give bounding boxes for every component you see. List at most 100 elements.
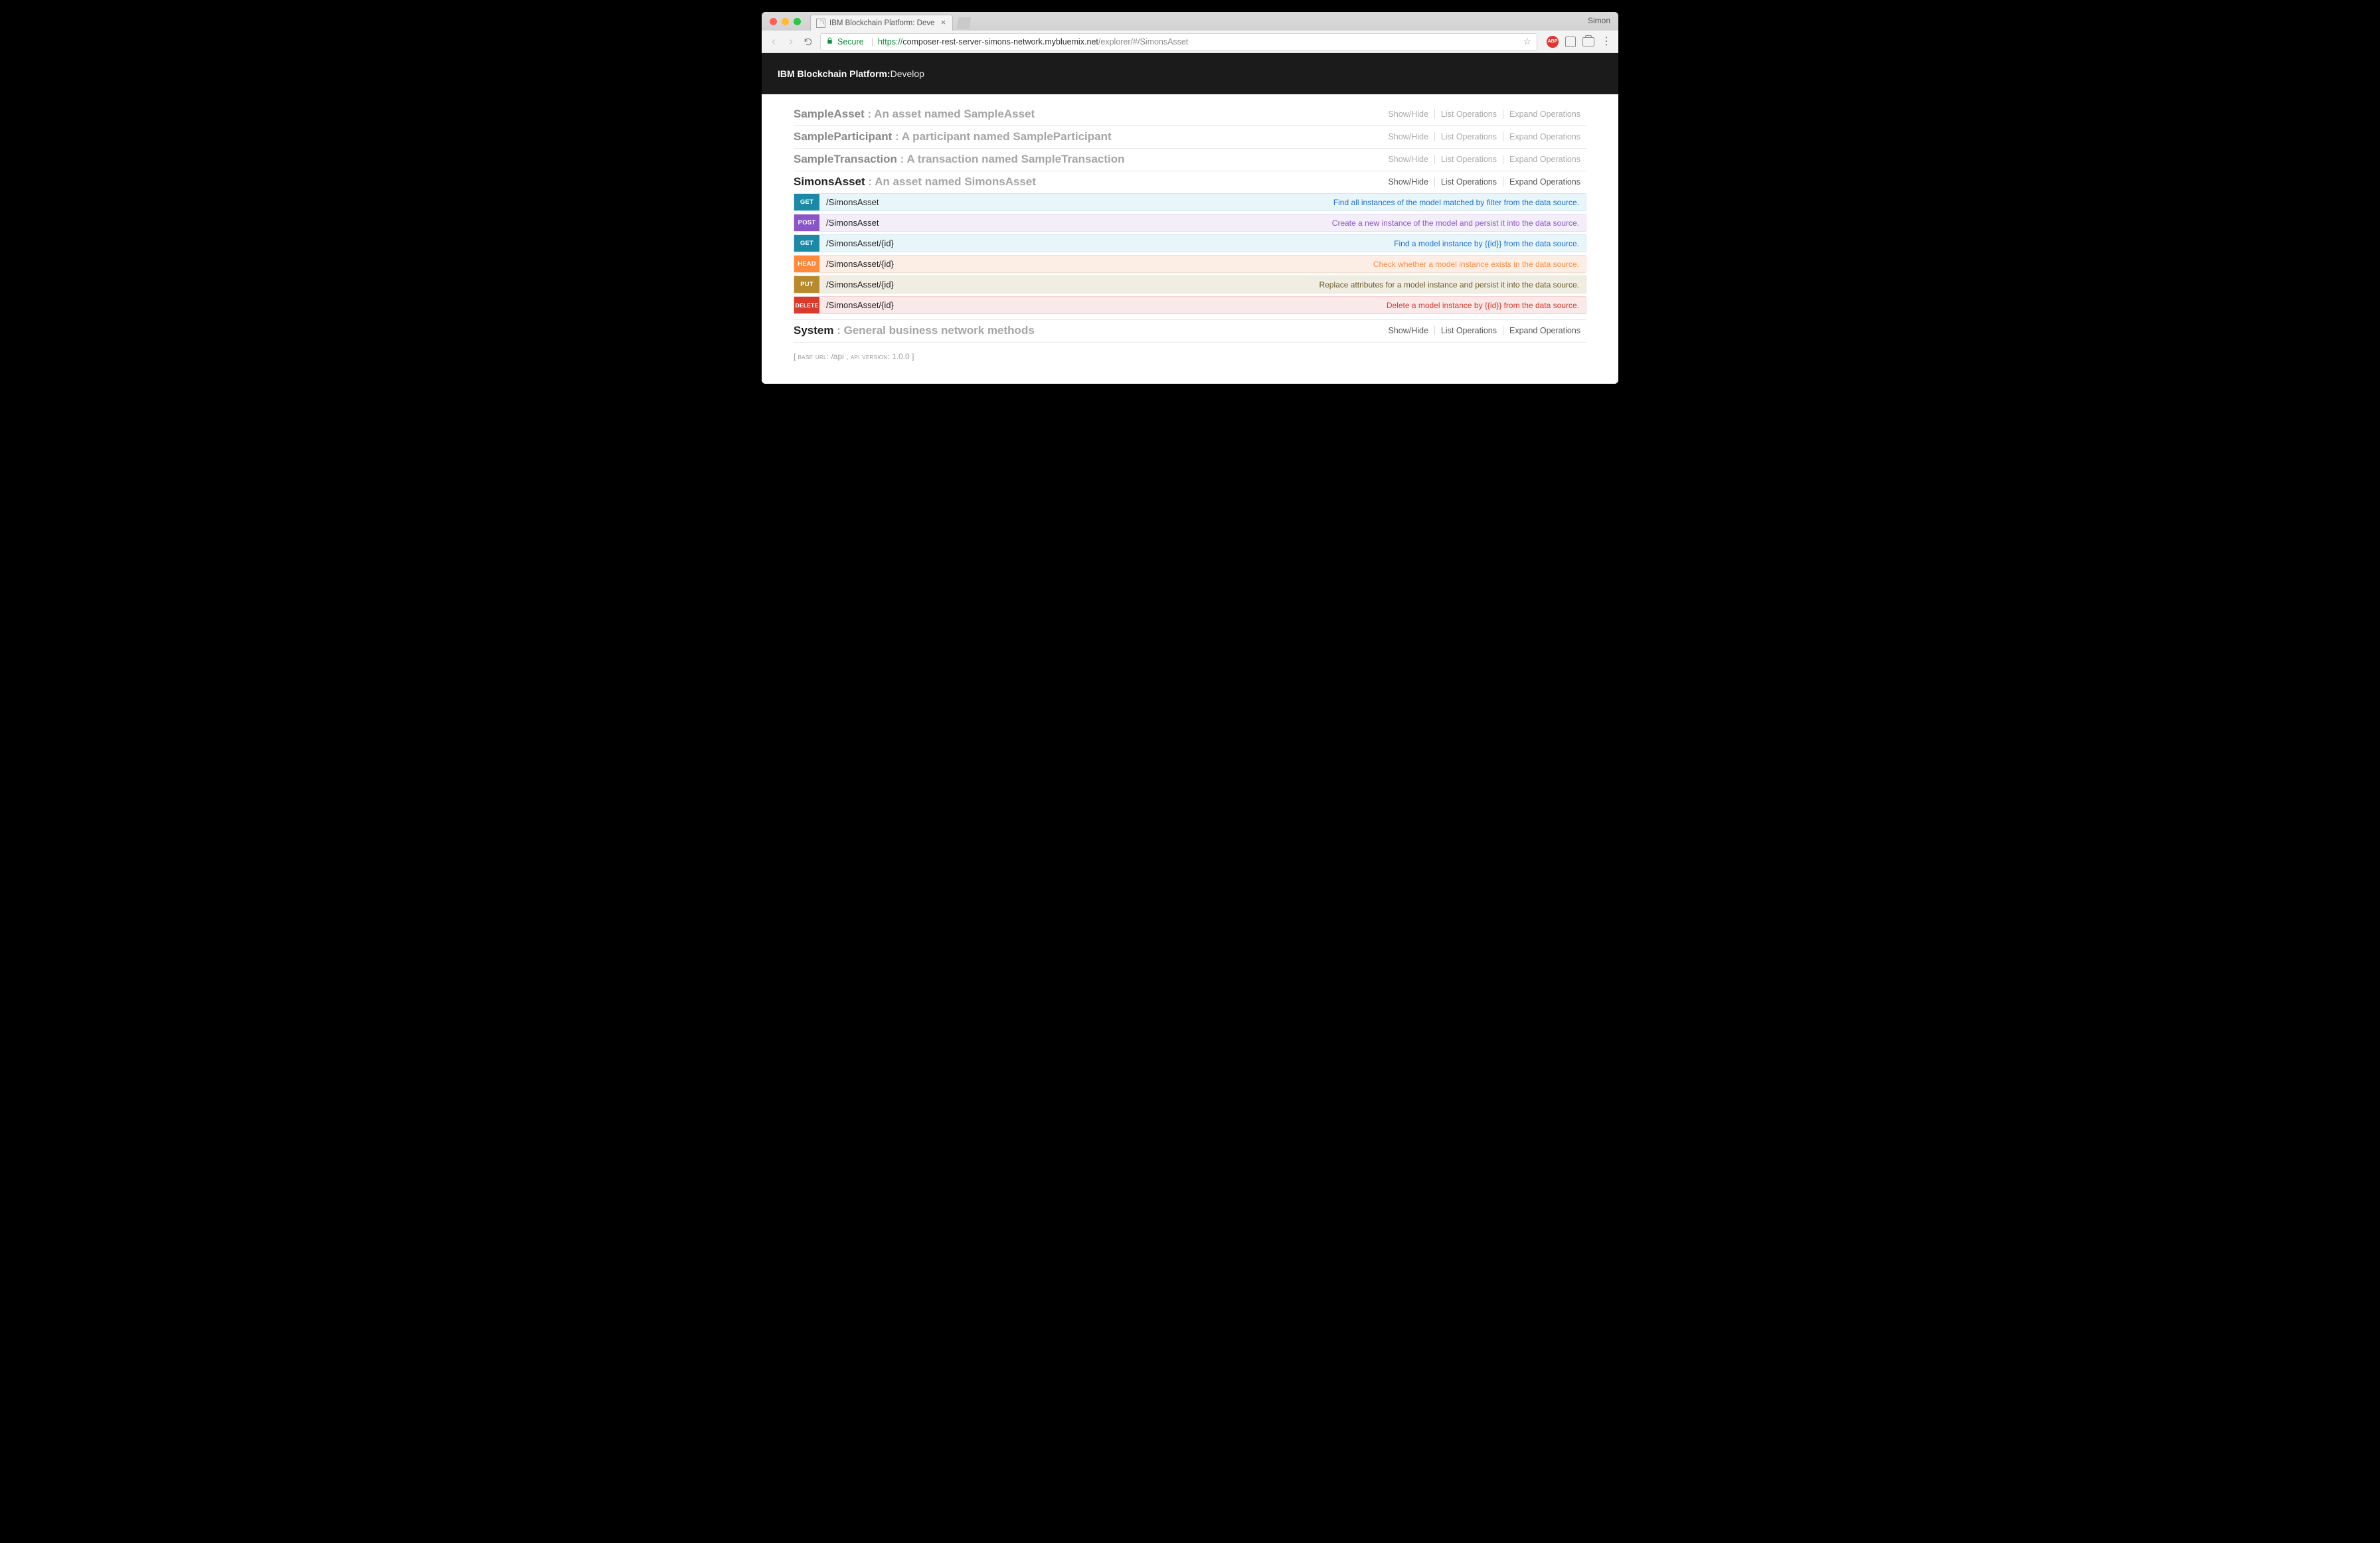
- section-description: General business network methods: [844, 324, 1035, 337]
- section-actions: Show/HideList OperationsExpand Operation…: [1382, 155, 1586, 164]
- back-button[interactable]: [768, 37, 779, 47]
- api-section: System : General business network method…: [794, 320, 1586, 343]
- section-name: SampleParticipant: [794, 130, 892, 143]
- extension-icon[interactable]: [1565, 37, 1576, 47]
- section-title[interactable]: SampleParticipant : A participant named …: [794, 130, 1112, 143]
- section-title[interactable]: System : General business network method…: [794, 324, 1035, 337]
- address-bar[interactable]: Secure | https:// composer-rest-server-s…: [820, 33, 1537, 50]
- action-show-hide[interactable]: Show/Hide: [1382, 132, 1434, 141]
- api-section: SampleAsset : An asset named SampleAsset…: [794, 104, 1586, 126]
- section-name: SampleTransaction: [794, 153, 897, 165]
- operation-description: Replace attributes for a model instance …: [1319, 280, 1586, 289]
- action-show-hide[interactable]: Show/Hide: [1382, 110, 1434, 119]
- action-list-ops[interactable]: List Operations: [1434, 155, 1503, 164]
- window-zoom-button[interactable]: [794, 18, 801, 25]
- action-show-hide[interactable]: Show/Hide: [1382, 326, 1434, 335]
- section-description: An asset named SampleAsset: [874, 108, 1035, 120]
- section-header[interactable]: System : General business network method…: [794, 320, 1586, 342]
- brand-title-light: Develop: [891, 68, 924, 79]
- api-section: SampleTransaction : A transaction named …: [794, 149, 1586, 171]
- action-list-ops[interactable]: List Operations: [1434, 326, 1503, 335]
- operation-path: /SimonsAsset/{id}: [819, 280, 894, 289]
- chrome-menu-button[interactable]: ⋮: [1601, 39, 1612, 44]
- window-close-button[interactable]: [770, 18, 777, 25]
- url-protocol: https://: [878, 37, 903, 46]
- reload-button[interactable]: [803, 37, 813, 47]
- page-icon: [816, 19, 825, 28]
- section-name: SampleAsset: [794, 108, 865, 120]
- http-method-badge: HEAD: [794, 256, 819, 272]
- chrome-profile-label[interactable]: Simon: [1588, 16, 1610, 25]
- section-actions: Show/HideList OperationsExpand Operation…: [1382, 177, 1586, 187]
- action-expand-ops[interactable]: Expand Operations: [1503, 132, 1586, 141]
- action-expand-ops[interactable]: Expand Operations: [1503, 326, 1586, 335]
- window-minimize-button[interactable]: [782, 18, 789, 25]
- http-method-badge: DELETE: [794, 297, 819, 313]
- operation-row[interactable]: DELETE/SimonsAsset/{id} Delete a model in…: [794, 296, 1586, 314]
- window-controls: [767, 12, 810, 31]
- section-description: A transaction named SampleTransaction: [906, 153, 1124, 165]
- action-expand-ops[interactable]: Expand Operations: [1503, 110, 1586, 119]
- tab-title: IBM Blockchain Platform: Deve: [829, 19, 935, 27]
- lock-icon: [826, 37, 833, 46]
- section-actions: Show/HideList OperationsExpand Operation…: [1382, 132, 1586, 141]
- tab-strip: IBM Blockchain Platform: Deve × Simon: [762, 12, 1618, 31]
- url-separator: |: [872, 37, 874, 46]
- operation-description: Find all instances of the model matched …: [1333, 198, 1586, 207]
- toolbar: Secure | https:// composer-rest-server-s…: [762, 31, 1618, 53]
- api-section: SampleParticipant : A participant named …: [794, 126, 1586, 149]
- section-name: System: [794, 324, 833, 337]
- browser-window: IBM Blockchain Platform: Deve × Simon Se…: [762, 12, 1618, 384]
- extension-icons: ABP ⋮: [1544, 36, 1612, 48]
- app-header: IBM Blockchain Platform: Develop: [762, 53, 1618, 94]
- operation-path: /SimonsAsset/{id}: [819, 238, 894, 248]
- operation-row[interactable]: PUT/SimonsAsset/{id} Replace attributes f…: [794, 276, 1586, 293]
- section-title[interactable]: SampleTransaction : A transaction named …: [794, 153, 1125, 166]
- browser-tab[interactable]: IBM Blockchain Platform: Deve ×: [810, 15, 953, 31]
- extension-icon[interactable]: [1582, 37, 1594, 46]
- operation-path: /SimonsAsset: [819, 218, 879, 228]
- url-host: composer-rest-server-simons-network.mybl…: [902, 37, 1098, 46]
- new-tab-button[interactable]: [957, 17, 972, 29]
- action-show-hide[interactable]: Show/Hide: [1382, 155, 1434, 164]
- operation-row[interactable]: GET/SimonsAsset/{id}Find a model instanc…: [794, 234, 1586, 252]
- section-header[interactable]: SampleAsset : An asset named SampleAsset…: [794, 104, 1586, 125]
- http-method-badge: PUT: [794, 276, 819, 293]
- section-actions: Show/HideList OperationsExpand Operation…: [1382, 326, 1586, 335]
- secure-label: Secure: [837, 37, 864, 46]
- operation-description: Create a new instance of the model and p…: [1332, 218, 1586, 228]
- operation-description: Check whether a model instance exists in…: [1373, 260, 1586, 269]
- adblock-extension-icon[interactable]: ABP: [1547, 36, 1559, 48]
- section-title[interactable]: SimonsAsset : An asset named SimonsAsset: [794, 175, 1036, 189]
- operation-row[interactable]: HEAD/SimonsAsset/{id}Check whether a mod…: [794, 255, 1586, 273]
- http-method-badge: GET: [794, 194, 819, 210]
- brand-title-bold: IBM Blockchain Platform:: [778, 68, 891, 79]
- base-url-value: /api: [831, 352, 843, 361]
- section-header[interactable]: SampleTransaction : A transaction named …: [794, 149, 1586, 171]
- api-footer-meta: [ base url: /api , api version: 1.0.0 ]: [794, 343, 1586, 364]
- action-list-ops[interactable]: List Operations: [1434, 177, 1503, 187]
- bookmark-star-icon[interactable]: ☆: [1523, 36, 1531, 47]
- action-expand-ops[interactable]: Expand Operations: [1503, 177, 1586, 187]
- section-actions: Show/HideList OperationsExpand Operation…: [1382, 110, 1586, 119]
- action-expand-ops[interactable]: Expand Operations: [1503, 155, 1586, 164]
- section-header[interactable]: SampleParticipant : A participant named …: [794, 126, 1586, 148]
- action-show-hide[interactable]: Show/Hide: [1382, 177, 1434, 187]
- operation-description: Delete a model instance by {{id}} from t…: [1387, 301, 1586, 310]
- http-method-badge: POST: [794, 214, 819, 231]
- operations-list: GET/SimonsAsset Find all instances of the…: [794, 193, 1586, 319]
- forward-button[interactable]: [786, 37, 796, 47]
- action-list-ops[interactable]: List Operations: [1434, 110, 1503, 119]
- operation-description: Find a model instance by {{id}} from the…: [1394, 239, 1586, 248]
- operation-path: /SimonsAsset/{id}: [819, 300, 894, 310]
- section-header[interactable]: SimonsAsset : An asset named SimonsAsset…: [794, 171, 1586, 193]
- section-title[interactable]: SampleAsset : An asset named SampleAsset: [794, 108, 1035, 121]
- tab-close-button[interactable]: ×: [940, 19, 948, 27]
- operation-row[interactable]: GET/SimonsAssetFind all instances of the…: [794, 193, 1586, 211]
- operation-row[interactable]: POST/SimonsAsset Create a new instance of…: [794, 214, 1586, 232]
- section-name: SimonsAsset: [794, 175, 865, 188]
- api-explorer-content: SampleAsset : An asset named SampleAsset…: [762, 94, 1618, 384]
- section-description: A participant named SampleParticipant: [902, 130, 1112, 143]
- base-url-label: base url: [798, 352, 827, 361]
- action-list-ops[interactable]: List Operations: [1434, 132, 1503, 141]
